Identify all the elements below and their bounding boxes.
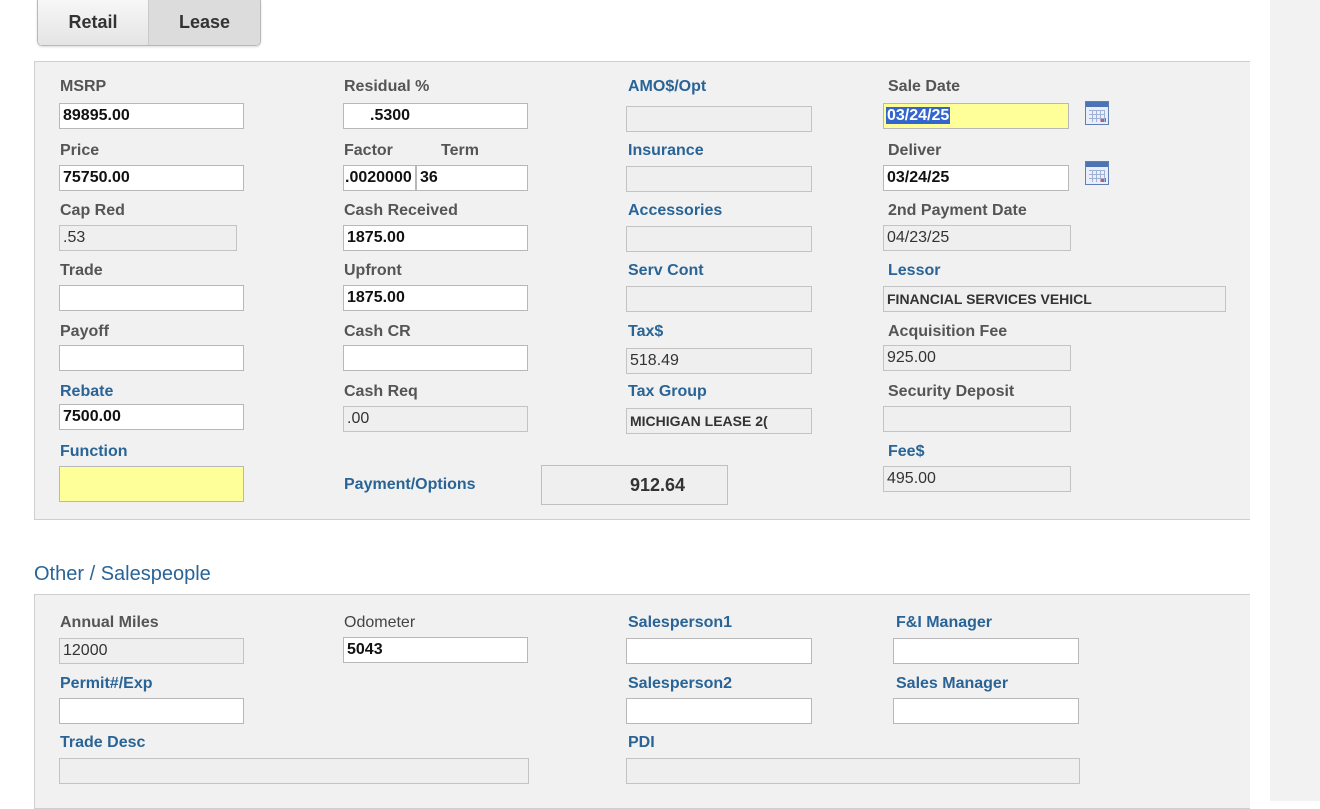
fi-manager-input[interactable] — [893, 638, 1079, 664]
term-input[interactable]: 36 — [416, 165, 528, 191]
lessor-field: FINANCIAL SERVICES VEHICL — [883, 286, 1226, 312]
acquisition-fee-label: Acquisition Fee — [888, 323, 1008, 340]
msrp-label: MSRP — [60, 78, 107, 95]
tab-lease[interactable]: Lease — [149, 0, 260, 45]
salesperson1-link[interactable]: Salesperson1 — [628, 614, 732, 632]
accessories-field — [626, 226, 812, 252]
trade-input[interactable] — [59, 285, 244, 311]
payoff-label: Payoff — [60, 323, 109, 340]
cash-cr-input[interactable] — [343, 345, 528, 371]
trade-desc-field — [59, 758, 529, 784]
security-deposit-label: Security Deposit — [888, 383, 1015, 400]
sales-manager-link[interactable]: Sales Manager — [896, 675, 1008, 693]
calendar-icon[interactable] — [1085, 101, 1109, 125]
payoff-input[interactable] — [59, 345, 244, 371]
factor-label: Factor — [344, 142, 393, 159]
tax-link[interactable]: Tax$ — [628, 323, 663, 341]
payment-options-link[interactable]: Payment/Options — [344, 476, 476, 494]
function-label[interactable]: Function — [60, 443, 128, 461]
deal-type-tabs: Retail Lease — [37, 0, 261, 46]
cash-received-input[interactable]: 1875.00 — [343, 225, 528, 251]
serv-cont-link[interactable]: Serv Cont — [628, 262, 704, 280]
acquisition-fee-field: 925.00 — [883, 345, 1071, 371]
other-salespeople-heading: Other / Salespeople — [34, 563, 211, 585]
price-label: Price — [60, 142, 100, 159]
pdi-field — [626, 758, 1080, 784]
tax-group-field: MICHIGAN LEASE 2( — [626, 408, 812, 434]
trade-desc-link[interactable]: Trade Desc — [60, 734, 145, 752]
sale-date-label: Sale Date — [888, 78, 961, 95]
odometer-input[interactable]: 5043 — [343, 637, 528, 663]
second-payment-date-label: 2nd Payment Date — [888, 202, 1027, 219]
security-deposit-field — [883, 406, 1071, 432]
tax-field: 518.49 — [626, 348, 812, 374]
cash-received-label: Cash Received — [344, 202, 458, 219]
msrp-input[interactable]: 89895.00 — [59, 103, 244, 129]
cap-red-field: .53 — [59, 225, 237, 251]
factor-input[interactable]: .0020000 — [343, 165, 416, 191]
residual-label: Residual % — [344, 78, 430, 95]
tab-retail[interactable]: Retail — [38, 0, 149, 45]
upfront-input[interactable]: 1875.00 — [343, 285, 528, 311]
deliver-input[interactable]: 03/24/25 — [883, 165, 1069, 191]
amo-opt-field — [626, 106, 812, 132]
accessories-link[interactable]: Accessories — [628, 202, 722, 220]
price-input[interactable]: 75750.00 — [59, 165, 244, 191]
annual-miles-field: 12000 — [59, 638, 244, 664]
pdi-link[interactable]: PDI — [628, 734, 655, 752]
permit-exp-link[interactable]: Permit#/Exp — [60, 675, 152, 693]
calendar-icon[interactable] — [1085, 161, 1109, 185]
trade-label: Trade — [60, 262, 103, 279]
rebate-input[interactable]: 7500.00 — [59, 404, 244, 430]
residual-input[interactable]: .5300 — [343, 103, 528, 129]
rebate-label[interactable]: Rebate — [60, 383, 113, 401]
sale-date-selected-text: 03/24/25 — [886, 107, 951, 124]
payment-amount: 912.64 — [541, 465, 728, 505]
permit-exp-input[interactable] — [59, 698, 244, 724]
insurance-field — [626, 166, 812, 192]
amo-opt-link[interactable]: AMO$/Opt — [628, 78, 706, 96]
function-input[interactable] — [59, 466, 244, 502]
sale-date-input[interactable]: 03/24/25 — [883, 103, 1069, 129]
fee-link[interactable]: Fee$ — [888, 443, 924, 461]
cap-red-label: Cap Red — [60, 202, 125, 219]
odometer-label: Odometer — [344, 614, 416, 631]
fee-field: 495.00 — [883, 466, 1071, 492]
salesperson2-input[interactable] — [626, 698, 812, 724]
second-payment-date-field: 04/23/25 — [883, 225, 1071, 251]
cash-req-field: .00 — [343, 406, 528, 432]
serv-cont-field — [626, 286, 812, 312]
lessor-link[interactable]: Lessor — [888, 262, 940, 280]
salesperson1-input[interactable] — [626, 638, 812, 664]
insurance-link[interactable]: Insurance — [628, 142, 704, 160]
cash-req-label: Cash Req — [344, 383, 418, 400]
term-label: Term — [441, 142, 479, 159]
right-gutter — [1270, 0, 1320, 801]
fi-manager-link[interactable]: F&I Manager — [896, 614, 992, 632]
cash-cr-label: Cash CR — [344, 323, 411, 340]
upfront-label: Upfront — [344, 262, 402, 279]
annual-miles-label: Annual Miles — [60, 614, 159, 631]
deliver-label: Deliver — [888, 142, 942, 159]
tax-group-link[interactable]: Tax Group — [628, 383, 707, 401]
sales-manager-input[interactable] — [893, 698, 1079, 724]
salesperson2-link[interactable]: Salesperson2 — [628, 675, 732, 693]
